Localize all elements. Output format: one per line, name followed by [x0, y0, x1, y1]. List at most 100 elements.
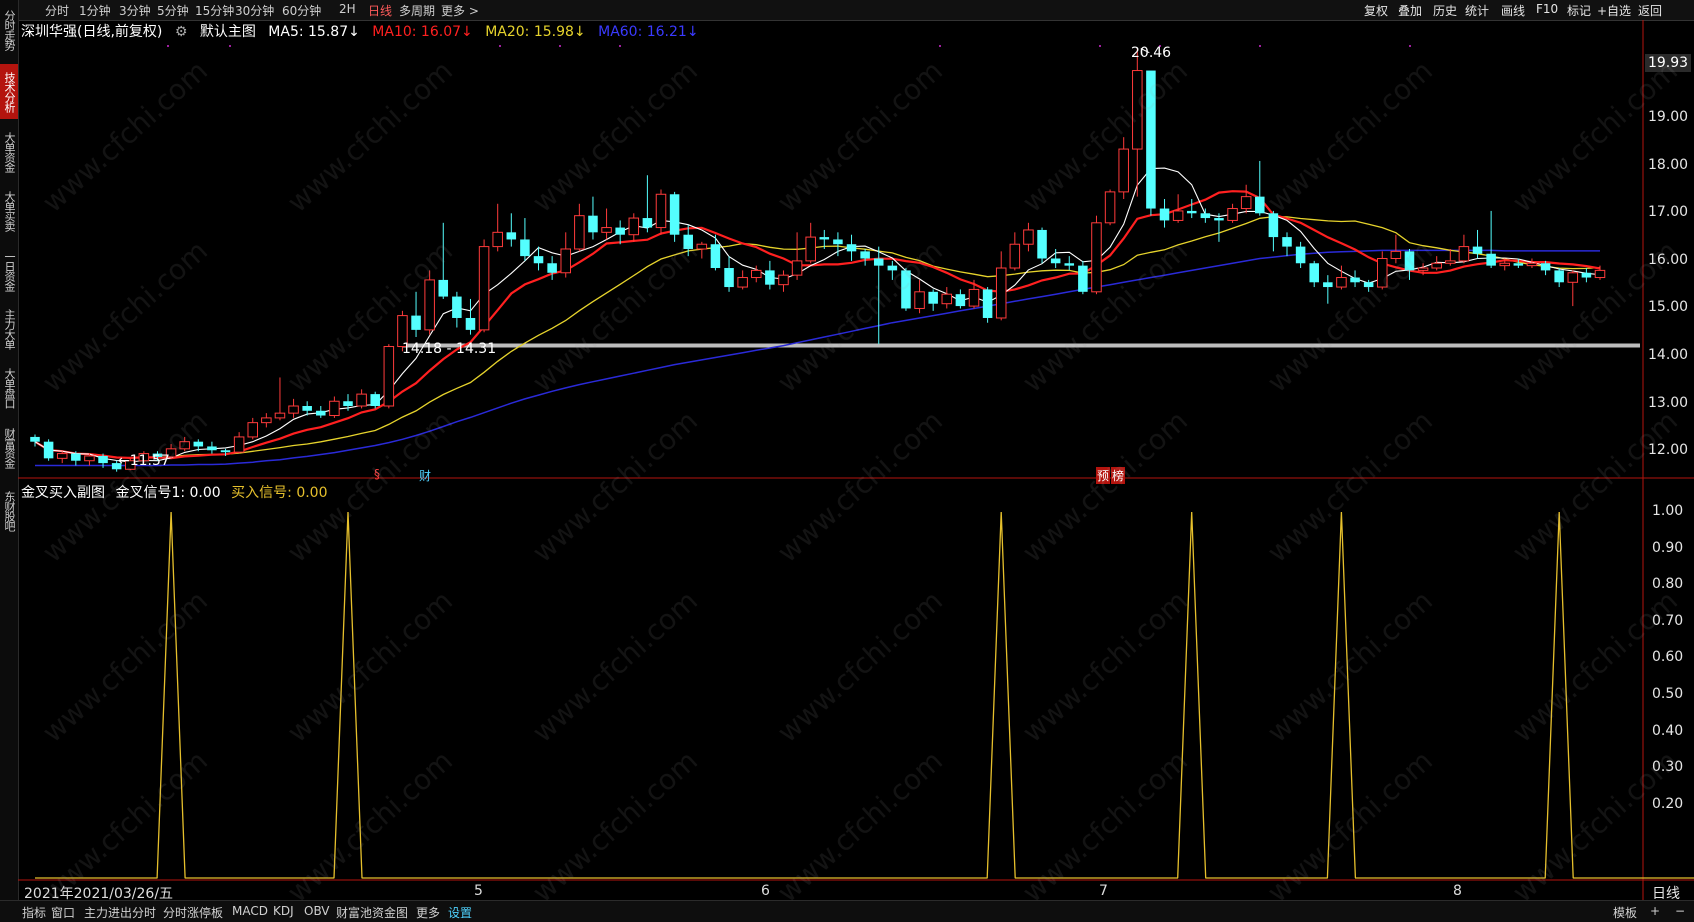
bottom-bar: 指标 窗口 主力进出分时 分时涨停板 MACD KDJ OBV 财富池资金图 更多 设置 模板 + −: [0, 900, 1694, 922]
candle-body: [1417, 267, 1429, 271]
price-tick: 16.00: [1648, 251, 1689, 268]
candle-body: [207, 446, 217, 451]
candle-body: [329, 400, 340, 417]
candle-body: [302, 406, 312, 411]
bottom-tab-5[interactable]: KDJ: [273, 904, 294, 918]
candle-body: [669, 194, 680, 235]
candle-body: [1513, 263, 1524, 266]
candle-body: [370, 394, 380, 407]
candle-body: [84, 455, 95, 462]
candle-body: [887, 265, 898, 271]
candle-body: [1255, 196, 1265, 214]
candle-body: [424, 279, 435, 331]
candle-body: [1268, 213, 1279, 238]
price-tick: 15.00: [1648, 299, 1689, 316]
candle-body: [1458, 246, 1470, 262]
candle-body: [465, 317, 476, 330]
candle-body: [560, 248, 572, 274]
candle-body: [1390, 250, 1402, 260]
candle-body: [1172, 210, 1184, 221]
bottom-tab-0[interactable]: 指标: [22, 904, 46, 921]
candle-body: [995, 267, 1007, 319]
candle-body: [1078, 265, 1088, 292]
tag-s[interactable]: §: [374, 467, 380, 481]
candle-body: [601, 227, 612, 233]
candle-body: [1091, 222, 1102, 293]
tag-bang[interactable]: 榜: [1111, 467, 1126, 484]
candle-body: [765, 270, 775, 285]
price-tick: 18.00: [1648, 156, 1689, 173]
candle-body: [1282, 237, 1292, 247]
bottom-right-1[interactable]: +: [1650, 904, 1660, 918]
candle-body: [1336, 277, 1347, 288]
candle-body: [901, 270, 911, 309]
candle-body: [1445, 260, 1456, 264]
bottom-tab-8[interactable]: 更多: [416, 904, 440, 921]
price-tick: 19.00: [1648, 109, 1689, 126]
candle-body: [179, 441, 190, 450]
candle-body: [288, 405, 299, 414]
candle-body: [1376, 258, 1388, 288]
candle-body: [750, 269, 762, 279]
candle-body: [1554, 270, 1564, 283]
candle-body: [506, 232, 517, 240]
event-dot: [1259, 45, 1261, 47]
candle-body: [316, 410, 326, 416]
support-range-annotation: 14.18 - 14.31: [402, 341, 497, 357]
candle-body: [411, 315, 421, 330]
price-tick: 17.00: [1648, 204, 1689, 221]
sub-tick: 0.50: [1652, 686, 1684, 702]
sub-tick: 0.60: [1652, 649, 1684, 666]
candle-body: [1118, 148, 1129, 193]
candle-body: [982, 289, 993, 318]
candle-body: [274, 412, 286, 419]
candle-body: [1323, 282, 1333, 288]
tag-yu[interactable]: 预: [1096, 467, 1111, 484]
candle-body: [1309, 263, 1319, 283]
candle-body: [873, 258, 884, 266]
candle-body: [1214, 218, 1224, 221]
candle-body: [846, 244, 857, 252]
candle-body: [737, 277, 748, 288]
bottom-tab-6[interactable]: OBV: [304, 904, 330, 918]
candle-body: [1200, 213, 1211, 219]
candle-body: [968, 288, 980, 307]
current-price-box: 19.93: [1645, 54, 1691, 72]
bottom-tab-2[interactable]: 主力进出分时: [84, 904, 156, 921]
bottom-right-0[interactable]: 模板: [1613, 904, 1637, 921]
sub-tick: 1.00: [1652, 503, 1684, 519]
candle-body: [941, 293, 953, 305]
bottom-tab-9[interactable]: 设置: [448, 904, 472, 921]
candle-body: [1009, 243, 1021, 269]
candle-body: [520, 239, 530, 257]
candle-body: [860, 251, 870, 259]
candle-body: [1227, 208, 1238, 221]
candle-body: [1526, 262, 1538, 267]
candle-body: [683, 234, 693, 249]
candle-body: [343, 401, 353, 407]
kline-chart[interactable]: [0, 0, 1694, 921]
bottom-tab-7[interactable]: 财富池资金图: [336, 904, 408, 921]
candle-body: [1594, 269, 1606, 279]
bottom-tab-4[interactable]: MACD: [232, 904, 268, 918]
candle-body: [1050, 258, 1061, 264]
event-dot: [499, 45, 501, 47]
candle-body: [1499, 262, 1511, 267]
candle-body: [1240, 196, 1252, 210]
candle-body: [955, 294, 966, 307]
candle-body: [547, 263, 557, 273]
price-tick: 12.00: [1648, 442, 1689, 459]
bottom-tab-3[interactable]: 分时涨停板: [163, 904, 223, 921]
candle-body: [778, 274, 789, 286]
candle-body: [71, 453, 81, 461]
candle-body: [833, 239, 843, 245]
candle-body: [710, 244, 721, 269]
candle-body: [791, 260, 803, 276]
tag-cai[interactable]: 财: [419, 467, 431, 484]
candle-body: [452, 296, 462, 318]
bottom-tab-1[interactable]: 窗口: [51, 904, 75, 921]
bottom-right-2[interactable]: −: [1675, 904, 1685, 918]
candle-body: [615, 227, 625, 235]
candle-body: [1064, 263, 1075, 266]
event-dot: [229, 45, 231, 47]
